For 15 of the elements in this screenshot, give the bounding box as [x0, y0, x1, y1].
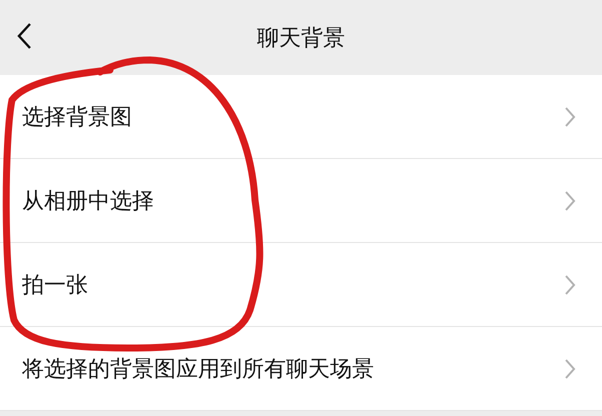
chevron-icon	[564, 190, 576, 212]
menu-item[interactable]: 选择背景图	[0, 75, 602, 159]
menu-item[interactable]: 从相册中选择	[0, 159, 602, 243]
menu-item[interactable]: 拍一张	[0, 243, 602, 327]
menu-item[interactable]: 将选择的背景图应用到所有聊天场景	[0, 327, 602, 411]
chevron-icon	[564, 106, 576, 128]
menu-item-label: 将选择的背景图应用到所有聊天场景	[22, 356, 374, 384]
back-button[interactable]	[16, 22, 32, 50]
menu-item-label: 从相册中选择	[22, 188, 154, 216]
back-icon	[16, 22, 32, 50]
menu-item-label: 选择背景图	[22, 104, 132, 132]
chevron-icon	[564, 358, 576, 380]
chevron-icon	[564, 274, 576, 296]
page-title: 聊天背景	[257, 24, 345, 52]
menu-item-label: 拍一张	[22, 272, 88, 300]
